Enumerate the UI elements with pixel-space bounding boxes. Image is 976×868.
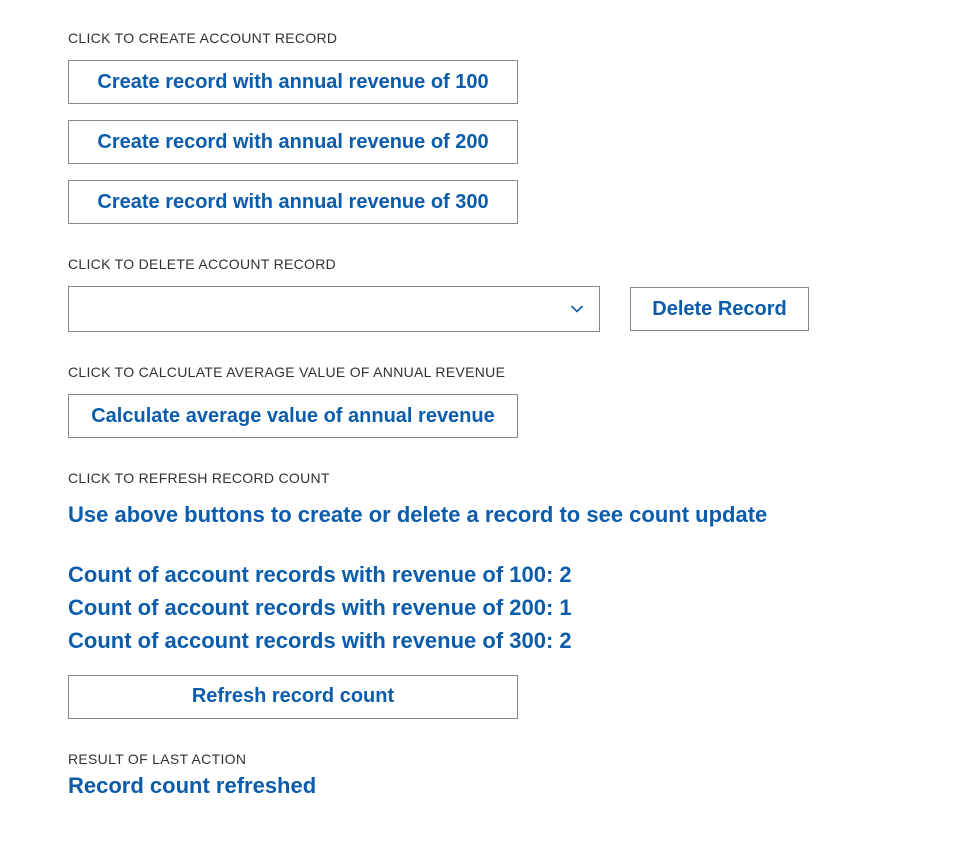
result-text: Record count refreshed — [68, 773, 908, 799]
delete-account-section: CLICK TO DELETE ACCOUNT RECORD Delete Re… — [68, 256, 908, 332]
count-list: Count of account records with revenue of… — [68, 558, 908, 657]
result-heading: RESULT OF LAST ACTION — [68, 751, 908, 767]
record-select[interactable] — [68, 286, 600, 332]
chevron-down-icon — [555, 287, 599, 331]
refresh-count-button[interactable]: Refresh record count — [68, 675, 518, 719]
refresh-info-text: Use above buttons to create or delete a … — [68, 500, 908, 530]
create-account-section: CLICK TO CREATE ACCOUNT RECORD Create re… — [68, 30, 908, 224]
calculate-average-button[interactable]: Calculate average value of annual revenu… — [68, 394, 518, 438]
delete-row: Delete Record — [68, 286, 908, 332]
calculate-section: CLICK TO CALCULATE AVERAGE VALUE OF ANNU… — [68, 364, 908, 438]
count-revenue-100: Count of account records with revenue of… — [68, 558, 908, 591]
delete-heading: CLICK TO DELETE ACCOUNT RECORD — [68, 256, 908, 272]
delete-record-button[interactable]: Delete Record — [630, 287, 809, 331]
count-revenue-300: Count of account records with revenue of… — [68, 624, 908, 657]
calculate-heading: CLICK TO CALCULATE AVERAGE VALUE OF ANNU… — [68, 364, 908, 380]
create-heading: CLICK TO CREATE ACCOUNT RECORD — [68, 30, 908, 46]
refresh-heading: CLICK TO REFRESH RECORD COUNT — [68, 470, 908, 486]
create-revenue-200-button[interactable]: Create record with annual revenue of 200 — [68, 120, 518, 164]
create-revenue-300-button[interactable]: Create record with annual revenue of 300 — [68, 180, 518, 224]
create-revenue-100-button[interactable]: Create record with annual revenue of 100 — [68, 60, 518, 104]
result-section: RESULT OF LAST ACTION Record count refre… — [68, 751, 908, 799]
create-button-group: Create record with annual revenue of 100… — [68, 60, 908, 224]
count-revenue-200: Count of account records with revenue of… — [68, 591, 908, 624]
refresh-section: CLICK TO REFRESH RECORD COUNT Use above … — [68, 470, 908, 719]
